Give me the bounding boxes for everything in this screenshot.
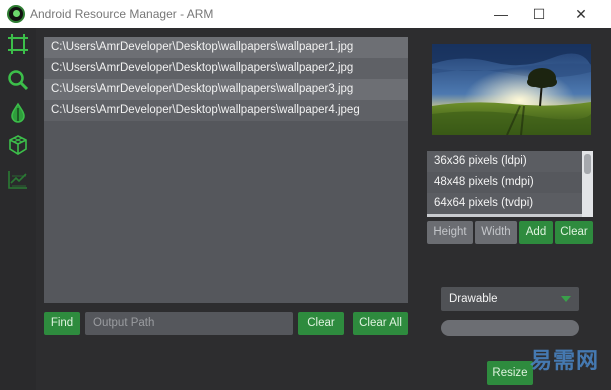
file-list[interactable]: C:\Users\AmrDeveloper\Desktop\wallpapers… — [44, 37, 408, 303]
size-list-item[interactable]: 64x64 pixels (tvdpi) — [427, 193, 582, 214]
sidebar — [0, 28, 36, 390]
clear-sizes-button[interactable]: Clear — [555, 221, 593, 244]
size-list[interactable]: 36x36 pixels (ldpi) 48x48 pixels (mdpi) … — [427, 151, 593, 217]
window-title: Android Resource Manager - ARM — [30, 7, 214, 21]
file-list-item[interactable]: C:\Users\AmrDeveloper\Desktop\wallpapers… — [44, 100, 408, 121]
size-list-item[interactable]: 36x36 pixels (ldpi) — [427, 151, 582, 172]
file-list-item[interactable]: C:\Users\AmrDeveloper\Desktop\wallpapers… — [44, 79, 408, 100]
watermark: 易需网 — [530, 348, 600, 373]
cube-icon[interactable] — [7, 134, 29, 156]
width-field[interactable]: Width — [475, 221, 517, 244]
find-button[interactable]: Find — [44, 312, 80, 335]
resource-type-dropdown[interactable]: Drawable — [441, 287, 579, 311]
height-field[interactable]: Height — [427, 221, 473, 244]
crop-icon[interactable] — [7, 33, 29, 55]
image-preview — [432, 44, 591, 135]
minimize-button[interactable]: — — [481, 2, 521, 26]
app-logo-icon — [7, 5, 25, 23]
size-list-item[interactable]: 48x48 pixels (mdpi) — [427, 172, 582, 193]
resize-button[interactable]: Resize — [487, 361, 533, 385]
file-list-item[interactable]: C:\Users\AmrDeveloper\Desktop\wallpapers… — [44, 37, 408, 58]
file-list-item[interactable]: C:\Users\AmrDeveloper\Desktop\wallpapers… — [44, 58, 408, 79]
progress-bar — [441, 320, 579, 336]
title-bar: Android Resource Manager - ARM — ☐ ✕ — [0, 0, 611, 28]
search-icon[interactable] — [7, 69, 29, 91]
output-path-field[interactable]: Output Path — [85, 312, 293, 335]
scrollbar-thumb[interactable] — [584, 154, 591, 174]
add-size-button[interactable]: Add — [519, 221, 553, 244]
dropdown-selected-value: Drawable — [449, 293, 498, 305]
drop-icon[interactable] — [7, 102, 29, 124]
chart-icon[interactable] — [7, 168, 29, 190]
chevron-down-icon — [561, 296, 571, 302]
maximize-button[interactable]: ☐ — [519, 2, 559, 26]
close-button[interactable]: ✕ — [561, 2, 601, 26]
clear-button[interactable]: Clear — [298, 312, 344, 335]
size-list-scrollbar[interactable] — [582, 151, 593, 217]
clear-all-button[interactable]: Clear All — [353, 312, 408, 335]
